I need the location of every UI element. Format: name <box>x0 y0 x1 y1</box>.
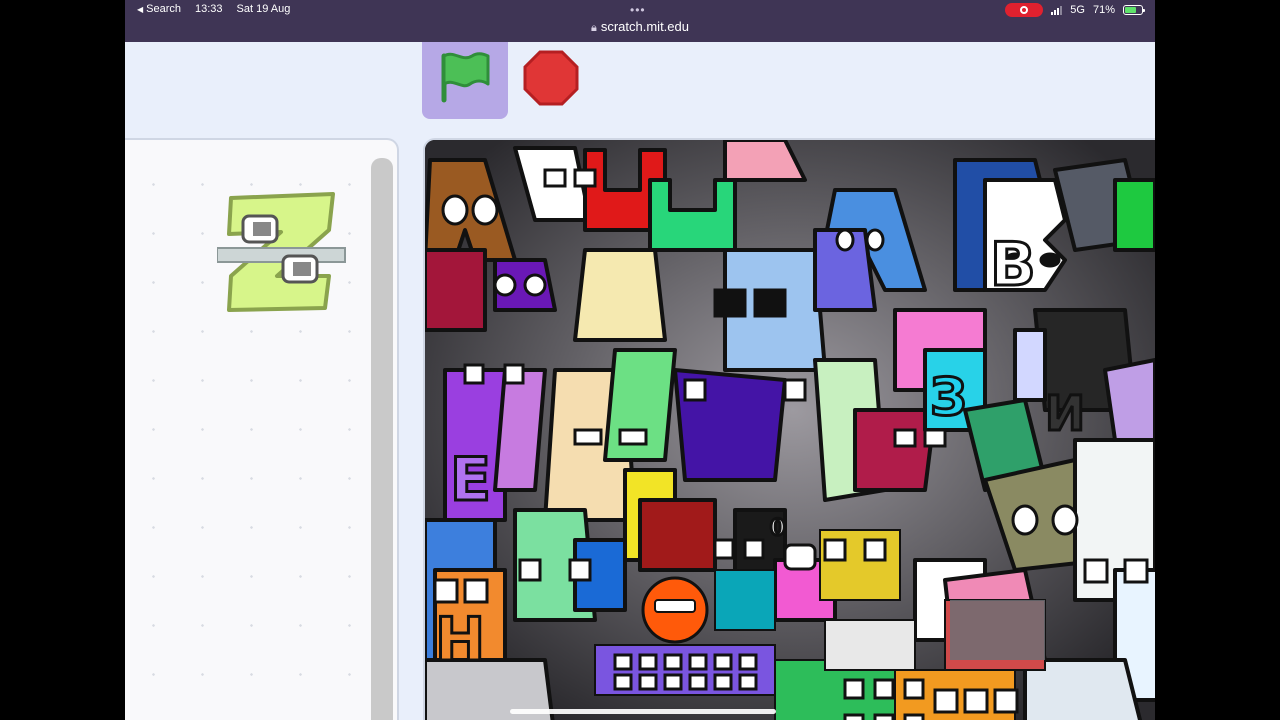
lock-icon: 🔒︎ <box>590 22 597 34</box>
green-flag-button[interactable] <box>422 42 508 119</box>
code-area-scrollbar[interactable] <box>371 158 393 720</box>
stage-letter-3: З <box>930 368 967 428</box>
screen-recording-icon[interactable] <box>1005 3 1044 17</box>
battery-icon <box>1123 5 1145 15</box>
stage-letter-h: H <box>435 605 485 675</box>
multitasking-dots-icon[interactable]: ••• <box>630 3 646 17</box>
back-triangle-icon: ◀ <box>137 4 144 14</box>
stage-letter-zero: 0 <box>770 516 785 541</box>
home-indicator[interactable] <box>510 709 776 714</box>
cellular-signal-icon <box>1051 5 1063 15</box>
back-label: Search <box>146 3 182 15</box>
stage-canvas: E B З H И 0 <box>425 140 1155 720</box>
network-type: 5G <box>1070 4 1085 16</box>
orange-character <box>641 576 709 644</box>
status-time: 13:33 <box>195 3 223 15</box>
glitch-patch <box>950 600 1045 660</box>
stage[interactable]: E B З H И 0 <box>423 138 1155 720</box>
ipad-screen: ◀ Search 13:33 Sat 19 Aug ••• 5G 71% 🔒︎ s… <box>125 0 1155 720</box>
stage-letter-b: B <box>990 230 1036 300</box>
address-bar[interactable]: 🔒︎ scratch.mit.edu <box>125 19 1155 35</box>
green-flag-icon <box>441 52 490 103</box>
stage-letter-e: E <box>450 445 491 515</box>
battery-percent: 71% <box>1092 4 1115 16</box>
status-bar-left: ◀ Search 13:33 Sat 19 Aug <box>137 3 290 15</box>
stop-icon <box>523 50 579 106</box>
status-date: Sat 19 Aug <box>236 3 291 15</box>
status-bar-right: 5G 71% <box>1005 3 1145 17</box>
browser-top-bar: ◀ Search 13:33 Sat 19 Aug ••• 5G 71% 🔒︎ s… <box>125 0 1155 42</box>
stop-button[interactable] <box>523 50 579 106</box>
z-sprite-image[interactable]: Z <box>217 190 347 316</box>
stage-letter-ui: И <box>1045 386 1085 442</box>
url-text: scratch.mit.edu <box>600 19 689 34</box>
code-area-panel[interactable]: Z <box>125 138 399 720</box>
back-to-search-link[interactable]: ◀ Search <box>137 3 181 15</box>
